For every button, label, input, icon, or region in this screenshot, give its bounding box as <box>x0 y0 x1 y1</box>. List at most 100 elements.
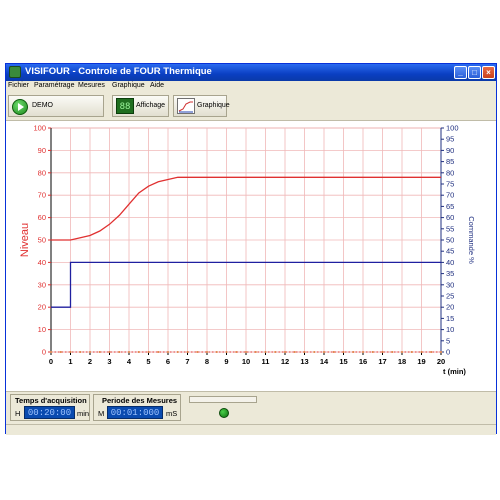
acquisition-group: Temps d'acquisition H 00:20:00 min <box>10 394 90 421</box>
maximize-button[interactable]: □ <box>468 66 481 79</box>
menu-parametrage[interactable]: Paramétrage <box>34 82 74 89</box>
close-button[interactable]: × <box>482 66 495 79</box>
y2-tick-label: 75 <box>446 180 454 189</box>
x-tick-label: 3 <box>107 357 111 366</box>
y-tick-label: 80 <box>38 168 46 177</box>
y2-tick-label: 0 <box>446 348 450 357</box>
baseline-marker <box>118 351 121 353</box>
baseline-marker <box>98 351 101 353</box>
periode-group: Periode des Mesures M 00:01:000 mS <box>93 394 181 421</box>
menu-bar: Fichier Paramétrage Mesures Graphique Ai… <box>6 81 496 92</box>
y2-tick-label: 10 <box>446 325 454 334</box>
baseline-marker <box>89 351 91 353</box>
bottom-panel: Temps d'acquisition H 00:20:00 min Perio… <box>6 391 496 435</box>
y2-tick-label: 70 <box>446 191 454 200</box>
baseline-marker <box>196 351 199 353</box>
y2-tick-label: 55 <box>446 224 454 233</box>
menu-aide[interactable]: Aide <box>150 82 164 89</box>
baseline-marker <box>420 351 423 353</box>
temperature-chart: 0102030405060708090100051015202530354045… <box>19 124 476 377</box>
y2-tick-label: 85 <box>446 157 454 166</box>
y2-tick-label: 5 <box>446 336 450 345</box>
y2-tick-label: 80 <box>446 168 454 177</box>
y2-tick-label: 60 <box>446 213 454 222</box>
affichage-button[interactable]: 88 Affichage <box>112 95 169 117</box>
y2-tick-label: 35 <box>446 269 454 278</box>
baseline-marker <box>284 351 286 353</box>
baseline-marker <box>215 351 218 353</box>
baseline-marker <box>381 351 384 353</box>
y-tick-label: 70 <box>38 191 46 200</box>
baseline-marker <box>235 351 238 353</box>
minimize-button[interactable]: _ <box>454 66 467 79</box>
graph-icon <box>177 98 195 114</box>
baseline-marker <box>50 351 52 353</box>
baseline-marker <box>371 351 374 353</box>
baseline-marker <box>147 351 150 353</box>
y-tick-label: 50 <box>38 236 46 245</box>
baseline-marker <box>128 351 130 353</box>
graphique-label: Graphique <box>197 102 230 109</box>
y-tick-label: 40 <box>38 258 46 267</box>
y2-axis-label: Commande % <box>467 216 476 264</box>
baseline-marker <box>293 351 296 353</box>
x-tick-label: 19 <box>417 357 425 366</box>
acquisition-unit: min <box>77 409 90 418</box>
baseline-marker <box>206 351 208 353</box>
x-tick-label: 2 <box>88 357 92 366</box>
baseline-marker <box>352 351 355 353</box>
menu-fichier[interactable]: Fichier <box>8 82 29 89</box>
y2-tick-label: 25 <box>446 292 454 301</box>
baseline-marker <box>264 351 267 353</box>
baseline-marker <box>410 351 413 353</box>
y2-tick-label: 45 <box>446 247 454 256</box>
baseline-marker <box>79 351 82 353</box>
baseline-marker <box>186 351 189 353</box>
y2-tick-label: 20 <box>446 303 454 312</box>
x-tick-label: 1 <box>68 357 72 366</box>
x-tick-label: 13 <box>300 357 308 366</box>
baseline-marker <box>59 351 62 353</box>
y2-tick-label: 100 <box>446 124 459 133</box>
progress-bar <box>189 396 257 403</box>
menu-graphique[interactable]: Graphique <box>112 82 145 89</box>
baseline-marker <box>362 351 364 353</box>
demo-label: DEMO <box>32 102 53 109</box>
chart-area: 0 10 20 30 40 50 60 70 80 90 100 0 5 10 15 20 25 30 35 40 45… <box>6 121 496 391</box>
baseline-marker <box>440 351 442 353</box>
app-icon <box>9 66 21 78</box>
y-tick-label: 100 <box>33 124 46 133</box>
periode-unit: mS <box>166 409 178 418</box>
acquisition-time-display[interactable]: 00:20:00 <box>24 406 75 419</box>
window-title: VISIFOUR - Controle de FOUR Thermique <box>25 66 212 77</box>
y2-tick-label: 15 <box>446 314 454 323</box>
y-axis-label: Niveau <box>19 223 31 257</box>
x-tick-label: 17 <box>378 357 386 366</box>
y-tick-label: 30 <box>38 280 46 289</box>
acquisition-label: Temps d'acquisition <box>15 396 87 405</box>
affichage-label: Affichage <box>136 102 166 109</box>
x-tick-label: 18 <box>398 357 406 366</box>
x-tick-label: 10 <box>242 357 250 366</box>
y-tick-label: 20 <box>38 303 46 312</box>
y2-tick-label: 90 <box>446 146 454 155</box>
y-tick-label: 60 <box>38 213 46 222</box>
x-tick-label: 5 <box>146 357 150 366</box>
baseline-marker <box>69 351 72 353</box>
baseline-marker <box>430 351 433 353</box>
baseline-marker <box>303 351 306 353</box>
x-tick-label: 0 <box>49 357 53 366</box>
y2-tick-label: 95 <box>446 135 454 144</box>
baseline-marker <box>313 351 316 353</box>
play-icon <box>12 99 28 115</box>
graphique-button[interactable]: Graphique <box>173 95 230 117</box>
periode-display[interactable]: 00:01:000 <box>107 406 163 419</box>
menu-mesures[interactable]: Mesures <box>78 82 105 89</box>
toolbar: DEMO 88 Affichage Graphique <box>6 92 496 121</box>
app-window: VISIFOUR - Controle de FOUR Thermique _ … <box>5 63 497 435</box>
demo-button[interactable]: DEMO <box>8 95 104 117</box>
title-bar[interactable]: VISIFOUR - Controle de FOUR Thermique _ … <box>6 64 496 81</box>
led-display-icon: 88 <box>116 98 134 114</box>
y2-tick-label: 40 <box>446 258 454 267</box>
baseline-marker <box>225 351 228 353</box>
